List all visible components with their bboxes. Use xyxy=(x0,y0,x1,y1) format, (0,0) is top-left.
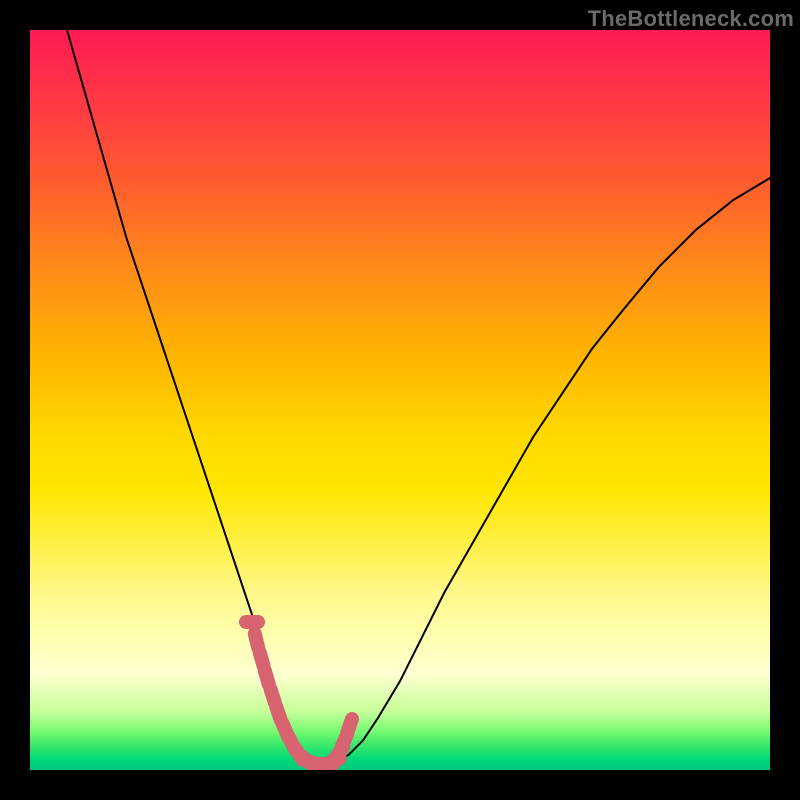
curve-layer xyxy=(30,30,770,770)
marker-dash xyxy=(260,652,264,665)
plot-area xyxy=(30,30,770,770)
bottleneck-curve xyxy=(67,30,770,766)
chart-frame: TheBottleneck.com xyxy=(0,0,800,800)
highlighted-range xyxy=(246,622,352,766)
attribution-text: TheBottleneck.com xyxy=(588,6,794,32)
marker-dash xyxy=(347,719,352,732)
marker-dash xyxy=(255,634,258,648)
marker-dash xyxy=(265,671,269,684)
